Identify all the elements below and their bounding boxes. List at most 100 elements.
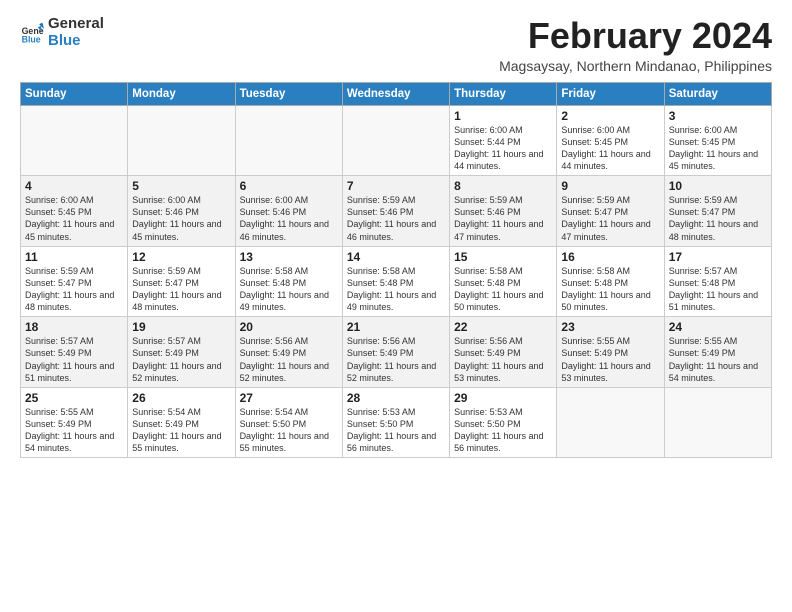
calendar-cell: 9Sunrise: 5:59 AM Sunset: 5:47 PM Daylig… — [557, 176, 664, 247]
day-number: 9 — [561, 179, 659, 193]
day-number: 14 — [347, 250, 445, 264]
day-number: 11 — [25, 250, 123, 264]
day-info: Sunrise: 5:57 AM Sunset: 5:49 PM Dayligh… — [132, 335, 230, 384]
calendar-cell: 29Sunrise: 5:53 AM Sunset: 5:50 PM Dayli… — [450, 387, 557, 458]
day-number: 16 — [561, 250, 659, 264]
calendar-week-row: 11Sunrise: 5:59 AM Sunset: 5:47 PM Dayli… — [21, 246, 772, 317]
calendar-cell: 23Sunrise: 5:55 AM Sunset: 5:49 PM Dayli… — [557, 317, 664, 388]
calendar-cell — [235, 105, 342, 176]
day-info: Sunrise: 5:57 AM Sunset: 5:48 PM Dayligh… — [669, 265, 767, 314]
weekday-header-wednesday: Wednesday — [342, 82, 449, 105]
day-info: Sunrise: 5:59 AM Sunset: 5:46 PM Dayligh… — [347, 194, 445, 243]
weekday-header-thursday: Thursday — [450, 82, 557, 105]
day-number: 27 — [240, 391, 338, 405]
day-info: Sunrise: 5:55 AM Sunset: 5:49 PM Dayligh… — [669, 335, 767, 384]
weekday-header-monday: Monday — [128, 82, 235, 105]
calendar-cell: 26Sunrise: 5:54 AM Sunset: 5:49 PM Dayli… — [128, 387, 235, 458]
calendar-cell: 24Sunrise: 5:55 AM Sunset: 5:49 PM Dayli… — [664, 317, 771, 388]
logo-text-general: General — [48, 16, 104, 33]
day-info: Sunrise: 5:59 AM Sunset: 5:46 PM Dayligh… — [454, 194, 552, 243]
day-number: 23 — [561, 320, 659, 334]
calendar-header-row: SundayMondayTuesdayWednesdayThursdayFrid… — [21, 82, 772, 105]
day-info: Sunrise: 5:56 AM Sunset: 5:49 PM Dayligh… — [347, 335, 445, 384]
weekday-header-tuesday: Tuesday — [235, 82, 342, 105]
day-info: Sunrise: 6:00 AM Sunset: 5:45 PM Dayligh… — [25, 194, 123, 243]
day-info: Sunrise: 5:54 AM Sunset: 5:50 PM Dayligh… — [240, 406, 338, 455]
day-number: 13 — [240, 250, 338, 264]
calendar-cell: 3Sunrise: 6:00 AM Sunset: 5:45 PM Daylig… — [664, 105, 771, 176]
day-info: Sunrise: 5:55 AM Sunset: 5:49 PM Dayligh… — [25, 406, 123, 455]
calendar-cell: 27Sunrise: 5:54 AM Sunset: 5:50 PM Dayli… — [235, 387, 342, 458]
location-title: Magsaysay, Northern Mindanao, Philippine… — [499, 58, 772, 74]
calendar-cell: 13Sunrise: 5:58 AM Sunset: 5:48 PM Dayli… — [235, 246, 342, 317]
day-info: Sunrise: 5:56 AM Sunset: 5:49 PM Dayligh… — [240, 335, 338, 384]
day-number: 4 — [25, 179, 123, 193]
day-info: Sunrise: 6:00 AM Sunset: 5:45 PM Dayligh… — [669, 124, 767, 173]
day-number: 12 — [132, 250, 230, 264]
calendar-cell: 5Sunrise: 6:00 AM Sunset: 5:46 PM Daylig… — [128, 176, 235, 247]
day-number: 19 — [132, 320, 230, 334]
day-info: Sunrise: 5:59 AM Sunset: 5:47 PM Dayligh… — [561, 194, 659, 243]
day-number: 3 — [669, 109, 767, 123]
title-area: February 2024 Magsaysay, Northern Mindan… — [499, 16, 772, 74]
day-info: Sunrise: 5:58 AM Sunset: 5:48 PM Dayligh… — [347, 265, 445, 314]
day-number: 10 — [669, 179, 767, 193]
header: General Blue General Blue February 2024 … — [20, 16, 772, 74]
day-info: Sunrise: 5:58 AM Sunset: 5:48 PM Dayligh… — [454, 265, 552, 314]
day-info: Sunrise: 5:54 AM Sunset: 5:49 PM Dayligh… — [132, 406, 230, 455]
month-title: February 2024 — [499, 16, 772, 56]
calendar-week-row: 25Sunrise: 5:55 AM Sunset: 5:49 PM Dayli… — [21, 387, 772, 458]
day-number: 8 — [454, 179, 552, 193]
day-info: Sunrise: 5:57 AM Sunset: 5:49 PM Dayligh… — [25, 335, 123, 384]
day-info: Sunrise: 6:00 AM Sunset: 5:46 PM Dayligh… — [132, 194, 230, 243]
calendar-cell: 15Sunrise: 5:58 AM Sunset: 5:48 PM Dayli… — [450, 246, 557, 317]
calendar-cell: 7Sunrise: 5:59 AM Sunset: 5:46 PM Daylig… — [342, 176, 449, 247]
day-info: Sunrise: 6:00 AM Sunset: 5:45 PM Dayligh… — [561, 124, 659, 173]
calendar-cell — [128, 105, 235, 176]
day-info: Sunrise: 6:00 AM Sunset: 5:46 PM Dayligh… — [240, 194, 338, 243]
day-number: 7 — [347, 179, 445, 193]
calendar-week-row: 18Sunrise: 5:57 AM Sunset: 5:49 PM Dayli… — [21, 317, 772, 388]
calendar-cell: 12Sunrise: 5:59 AM Sunset: 5:47 PM Dayli… — [128, 246, 235, 317]
calendar-cell: 25Sunrise: 5:55 AM Sunset: 5:49 PM Dayli… — [21, 387, 128, 458]
calendar-cell — [342, 105, 449, 176]
day-number: 6 — [240, 179, 338, 193]
logo: General Blue General Blue — [20, 16, 104, 49]
day-number: 25 — [25, 391, 123, 405]
calendar-cell: 1Sunrise: 6:00 AM Sunset: 5:44 PM Daylig… — [450, 105, 557, 176]
day-info: Sunrise: 5:59 AM Sunset: 5:47 PM Dayligh… — [25, 265, 123, 314]
day-number: 21 — [347, 320, 445, 334]
calendar-cell: 17Sunrise: 5:57 AM Sunset: 5:48 PM Dayli… — [664, 246, 771, 317]
calendar-cell: 4Sunrise: 6:00 AM Sunset: 5:45 PM Daylig… — [21, 176, 128, 247]
calendar-cell: 2Sunrise: 6:00 AM Sunset: 5:45 PM Daylig… — [557, 105, 664, 176]
calendar-cell: 22Sunrise: 5:56 AM Sunset: 5:49 PM Dayli… — [450, 317, 557, 388]
day-number: 15 — [454, 250, 552, 264]
day-info: Sunrise: 5:53 AM Sunset: 5:50 PM Dayligh… — [347, 406, 445, 455]
svg-text:Blue: Blue — [22, 34, 41, 44]
calendar-cell: 10Sunrise: 5:59 AM Sunset: 5:47 PM Dayli… — [664, 176, 771, 247]
calendar-cell — [557, 387, 664, 458]
weekday-header-sunday: Sunday — [21, 82, 128, 105]
weekday-header-friday: Friday — [557, 82, 664, 105]
calendar-table: SundayMondayTuesdayWednesdayThursdayFrid… — [20, 82, 772, 459]
calendar-cell: 19Sunrise: 5:57 AM Sunset: 5:49 PM Dayli… — [128, 317, 235, 388]
day-number: 24 — [669, 320, 767, 334]
calendar-cell: 6Sunrise: 6:00 AM Sunset: 5:46 PM Daylig… — [235, 176, 342, 247]
day-number: 17 — [669, 250, 767, 264]
day-info: Sunrise: 5:58 AM Sunset: 5:48 PM Dayligh… — [561, 265, 659, 314]
calendar-cell — [21, 105, 128, 176]
logo-icon: General Blue — [20, 21, 44, 45]
day-number: 1 — [454, 109, 552, 123]
day-info: Sunrise: 5:55 AM Sunset: 5:49 PM Dayligh… — [561, 335, 659, 384]
calendar-cell — [664, 387, 771, 458]
calendar-cell: 18Sunrise: 5:57 AM Sunset: 5:49 PM Dayli… — [21, 317, 128, 388]
calendar-cell: 8Sunrise: 5:59 AM Sunset: 5:46 PM Daylig… — [450, 176, 557, 247]
calendar-cell: 11Sunrise: 5:59 AM Sunset: 5:47 PM Dayli… — [21, 246, 128, 317]
day-number: 28 — [347, 391, 445, 405]
calendar-cell: 28Sunrise: 5:53 AM Sunset: 5:50 PM Dayli… — [342, 387, 449, 458]
calendar-cell: 16Sunrise: 5:58 AM Sunset: 5:48 PM Dayli… — [557, 246, 664, 317]
day-number: 29 — [454, 391, 552, 405]
calendar-cell: 21Sunrise: 5:56 AM Sunset: 5:49 PM Dayli… — [342, 317, 449, 388]
calendar-week-row: 1Sunrise: 6:00 AM Sunset: 5:44 PM Daylig… — [21, 105, 772, 176]
calendar-cell: 20Sunrise: 5:56 AM Sunset: 5:49 PM Dayli… — [235, 317, 342, 388]
